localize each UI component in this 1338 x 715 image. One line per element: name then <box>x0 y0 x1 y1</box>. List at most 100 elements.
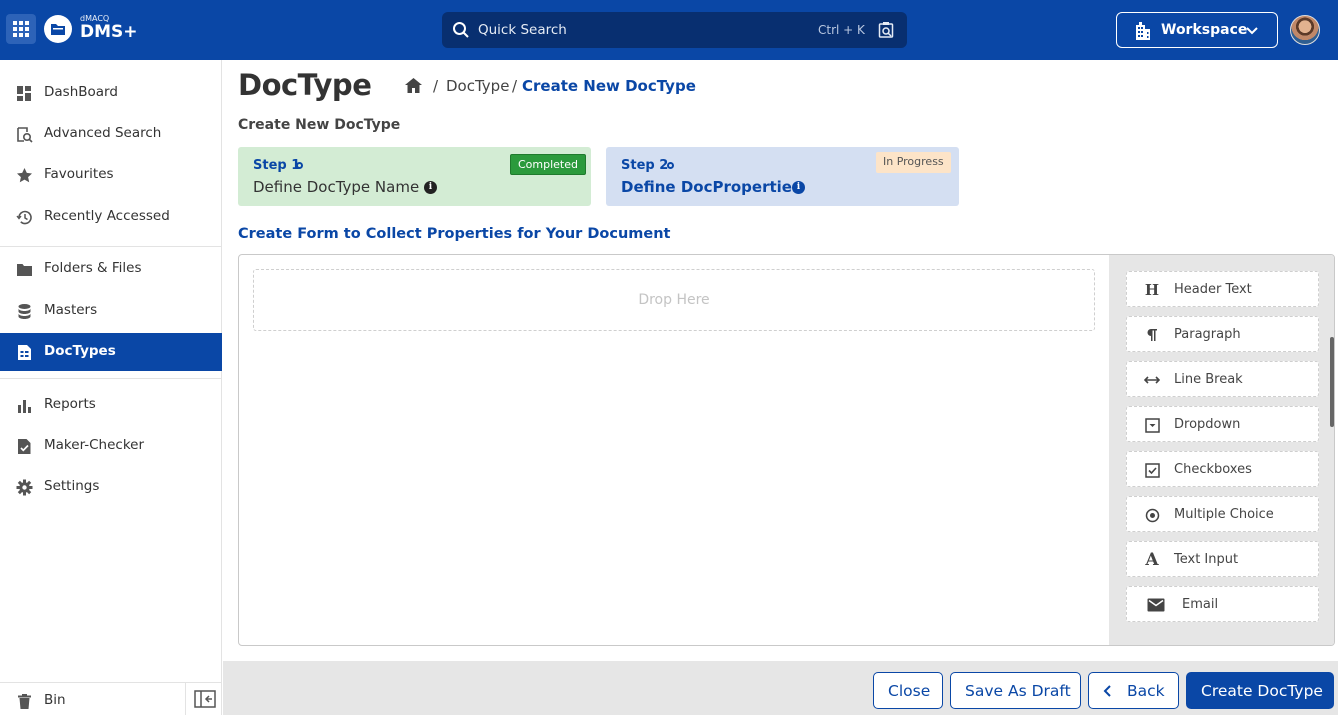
trash-icon <box>18 694 31 709</box>
palette-item-header-text[interactable]: H Header Text <box>1126 271 1319 307</box>
palette-item-line-break[interactable]: Line Break <box>1126 361 1319 397</box>
sidebar-item-label: Recently Accessed <box>44 208 170 224</box>
text-input-icon: A <box>1145 550 1159 570</box>
workspace-label: Workspace <box>1161 22 1248 38</box>
breadcrumb-separator: / <box>512 77 518 95</box>
chevron-down-icon <box>1246 27 1258 35</box>
sidebar-item-advanced-search[interactable]: Advanced Search <box>0 115 222 153</box>
email-icon <box>1147 596 1165 614</box>
palette-item-paragraph[interactable]: Paragraph <box>1126 316 1319 352</box>
palette-item-text-input[interactable]: A Text Input <box>1126 541 1319 577</box>
info-icon[interactable]: i <box>424 181 437 194</box>
search-shortcut: Ctrl + K <box>818 23 865 37</box>
sidebar-item-recently-accessed[interactable]: Recently Accessed <box>0 198 222 236</box>
component-palette: H Header Text Paragraph Line Break Dropd… <box>1109 255 1334 645</box>
sidebar-item-bin[interactable]: Bin <box>0 682 185 715</box>
back-button[interactable]: Back <box>1088 672 1179 709</box>
workspace-dropdown[interactable]: Workspace <box>1116 12 1278 48</box>
save-draft-label: Save As Draft <box>965 682 1071 700</box>
folder-logo-icon <box>51 24 65 35</box>
sidebar: DashBoard Advanced Search Favourites Rec… <box>0 60 222 715</box>
brand-logo[interactable] <box>44 15 72 43</box>
palette-item-multiple-choice[interactable]: Multiple Choice <box>1126 496 1319 532</box>
back-button-label: Back <box>1127 682 1165 700</box>
collapse-sidebar-button[interactable] <box>185 683 222 715</box>
sidebar-item-masters[interactable]: Masters <box>0 292 222 330</box>
brand-big-text: DMS+ <box>80 22 138 42</box>
sidebar-item-folders-files[interactable]: Folders & Files <box>0 250 222 288</box>
palette-item-label: Email <box>1182 597 1219 612</box>
line-break-icon <box>1143 371 1161 389</box>
search-placeholder: Quick Search <box>478 22 567 38</box>
breadcrumb-doctype[interactable]: DocType <box>446 77 509 95</box>
app-grid-button[interactable] <box>6 14 36 44</box>
palette-item-label: Line Break <box>1174 372 1243 387</box>
breadcrumb-separator: / <box>433 77 439 95</box>
sidebar-item-label: DocTypes <box>44 343 116 359</box>
collapse-sidebar-icon <box>194 690 216 708</box>
form-builder: Drop Here H Header Text Paragraph Line B… <box>238 254 1335 646</box>
step-1-card[interactable]: Step 1 Define DocType Name i Completed <box>238 147 591 206</box>
palette-item-email[interactable]: Email <box>1126 586 1319 622</box>
bar-chart-icon <box>18 400 31 413</box>
brand-name: dMACQ DMS+ <box>80 14 138 42</box>
status-badge-in-progress: In Progress <box>876 152 951 173</box>
dashboard-icon <box>17 86 31 101</box>
header-icon: H <box>1144 281 1160 299</box>
drop-placeholder: Drop Here <box>638 292 710 308</box>
image-search-icon[interactable] <box>878 21 896 39</box>
step-number: Step 1 <box>253 158 301 173</box>
building-icon <box>1136 22 1150 40</box>
sidebar-item-label: Folders & Files <box>44 260 142 276</box>
info-icon[interactable]: i <box>792 181 805 194</box>
sidebar-item-label: Reports <box>44 396 96 412</box>
search-icon <box>453 22 469 38</box>
scrollbar[interactable] <box>1330 337 1334 427</box>
breadcrumb-current: Create New DocType <box>522 77 696 95</box>
palette-item-label: Text Input <box>1174 552 1239 567</box>
chevron-left-icon <box>1103 685 1111 697</box>
palette-item-label: Multiple Choice <box>1174 507 1274 522</box>
sidebar-item-label: Advanced Search <box>44 125 162 141</box>
footer-bar: Close Save As Draft Back Create DocType <box>223 661 1338 715</box>
sidebar-item-label: Favourites <box>44 166 114 182</box>
create-doctype-button[interactable]: Create DocType <box>1186 672 1334 709</box>
sidebar-divider <box>0 246 222 247</box>
document-check-icon <box>18 439 31 454</box>
palette-item-label: Header Text <box>1174 282 1252 297</box>
sidebar-item-label: Maker-Checker <box>44 437 145 453</box>
sidebar-item-favourites[interactable]: Favourites <box>0 156 222 194</box>
step-name: Define DocProperties <box>621 178 801 196</box>
dropdown-icon <box>1143 416 1161 434</box>
step-name: Define DocType Name <box>253 178 420 196</box>
section-subtitle: Create New DocType <box>238 117 401 133</box>
page-title: DocType <box>238 68 372 102</box>
sidebar-item-maker-checker[interactable]: Maker-Checker <box>0 427 222 465</box>
database-icon <box>18 304 31 319</box>
sidebar-item-doctypes[interactable]: DocTypes <box>0 333 222 371</box>
create-doctype-label: Create DocType <box>1201 682 1323 700</box>
sidebar-item-label: Masters <box>44 302 98 318</box>
save-draft-button[interactable]: Save As Draft <box>950 672 1081 709</box>
sidebar-item-label: Settings <box>44 478 100 494</box>
gear-icon <box>16 479 33 496</box>
palette-item-dropdown[interactable]: Dropdown <box>1126 406 1319 442</box>
step-dot-icon <box>296 162 303 169</box>
sidebar-item-dashboard[interactable]: DashBoard <box>0 74 222 112</box>
form-heading: Create Form to Collect Properties for Yo… <box>238 226 671 242</box>
step-2-card[interactable]: Step 2 Define DocProperties i In Progres… <box>606 147 959 206</box>
grid-icon <box>13 21 29 37</box>
palette-item-checkboxes[interactable]: Checkboxes <box>1126 451 1319 487</box>
sidebar-item-settings[interactable]: Settings <box>0 468 222 506</box>
star-icon <box>17 168 32 183</box>
sidebar-item-reports[interactable]: Reports <box>0 386 222 424</box>
close-button[interactable]: Close <box>873 672 943 709</box>
folder-icon <box>17 264 32 276</box>
palette-item-label: Checkboxes <box>1174 462 1252 477</box>
user-avatar[interactable] <box>1290 15 1320 45</box>
home-icon[interactable] <box>404 77 423 94</box>
palette-item-label: Dropdown <box>1174 417 1241 432</box>
quick-search[interactable]: Quick Search Ctrl + K <box>442 12 907 48</box>
drop-zone[interactable]: Drop Here <box>253 269 1095 331</box>
top-bar: dMACQ DMS+ Quick Search Ctrl + K Workspa… <box>0 0 1338 60</box>
